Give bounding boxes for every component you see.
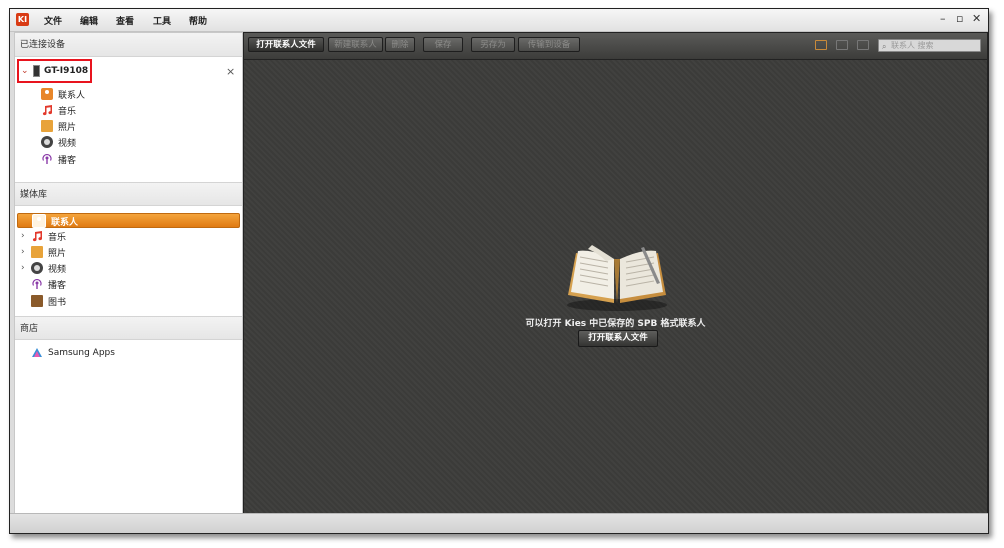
device-item-label: 播客 <box>58 155 77 166</box>
chevron-right-icon[interactable]: › <box>21 231 31 241</box>
library-item-label: 视频 <box>48 264 67 275</box>
library-item-contacts[interactable]: 联系人 <box>32 214 78 228</box>
library-item-photos[interactable]: › 照片 <box>21 245 66 259</box>
device-item-label: 照片 <box>58 122 77 133</box>
detail-view-icon[interactable] <box>857 40 869 50</box>
podcast-icon <box>31 278 43 290</box>
contacts-icon <box>41 88 53 100</box>
device-item-label: 联系人 <box>58 90 86 101</box>
device-item-label: 音乐 <box>58 106 77 117</box>
close-window-button[interactable]: ✕ <box>972 12 981 25</box>
book-icon <box>31 295 43 307</box>
library-item-label: 图书 <box>48 297 67 308</box>
kies-window: KI 文件 编辑 查看 工具 帮助 – ▫ ✕ 已连接设备 ⌄ GT-I9108… <box>9 8 989 534</box>
chevron-right-icon[interactable]: › <box>21 247 31 257</box>
podcast-icon <box>41 153 53 165</box>
device-name: GT-I9108 <box>44 66 89 76</box>
store-header: 商店 <box>15 316 242 340</box>
connected-devices-header: 已连接设备 <box>15 33 242 57</box>
library-item-label: 音乐 <box>48 232 67 243</box>
menu-bar: KI 文件 编辑 查看 工具 帮助 – ▫ ✕ <box>10 9 988 32</box>
disconnect-device-button[interactable]: × <box>226 65 235 78</box>
open-book-icon <box>562 243 672 313</box>
music-icon <box>41 104 53 116</box>
search-icon: ⌕ <box>882 42 887 51</box>
new-contact-button[interactable]: 新建联系人 <box>328 37 383 52</box>
media-library-header: 媒体库 <box>15 182 242 206</box>
restore-button[interactable]: ▫ <box>956 12 963 25</box>
photo-icon <box>31 246 43 258</box>
device-item-label: 视频 <box>58 138 77 149</box>
kies-logo-icon: KI <box>16 13 29 26</box>
chevron-down-icon[interactable]: ⌄ <box>21 66 31 76</box>
sidebar: 已连接设备 ⌄ GT-I9108 × 联系人 音乐 照片 视频 播客 媒体库 联… <box>14 32 243 514</box>
library-item-podcasts[interactable]: 播客 <box>31 277 66 291</box>
chevron-right-icon[interactable]: › <box>21 263 31 273</box>
device-item-videos[interactable]: 视频 <box>41 135 76 149</box>
delete-button[interactable]: 删除 <box>385 37 415 52</box>
menu-tools[interactable]: 工具 <box>153 14 171 27</box>
library-item-books[interactable]: 图书 <box>31 294 66 308</box>
menu-view[interactable]: 查看 <box>116 14 134 27</box>
menu-edit[interactable]: 编辑 <box>80 14 98 27</box>
video-icon <box>31 262 43 274</box>
transfer-to-device-button[interactable]: 传输到设备 <box>518 37 580 52</box>
samsung-apps-icon <box>31 347 43 359</box>
minimize-button[interactable]: – <box>940 12 946 25</box>
open-contacts-file-center-button[interactable]: 打开联系人文件 <box>578 330 658 347</box>
search-input[interactable]: ⌕ 联系人 搜索 <box>878 39 981 52</box>
menu-file[interactable]: 文件 <box>44 14 62 27</box>
library-item-label: 联系人 <box>51 217 79 228</box>
card-view-icon[interactable] <box>815 40 827 50</box>
toolbar: 打开联系人文件 新建联系人 删除 保存 另存为 传输到设备 ⌕ 联系人 搜索 <box>244 33 987 60</box>
video-icon <box>41 136 53 148</box>
status-bar <box>10 513 988 533</box>
empty-state-message: 可以打开 Kies 中已保存的 SPB 格式联系人 <box>525 319 706 329</box>
music-icon <box>31 230 43 242</box>
library-item-contacts-selected[interactable]: 联系人 <box>17 213 240 228</box>
save-button[interactable]: 保存 <box>423 37 463 52</box>
menu-help[interactable]: 帮助 <box>189 14 207 27</box>
contacts-icon <box>32 214 46 228</box>
device-item-contacts[interactable]: 联系人 <box>41 87 85 101</box>
save-as-button[interactable]: 另存为 <box>471 37 515 52</box>
library-item-label: 照片 <box>48 248 67 259</box>
library-item-music[interactable]: › 音乐 <box>21 229 66 243</box>
main-panel: 打开联系人文件 新建联系人 删除 保存 另存为 传输到设备 ⌕ 联系人 搜索 可… <box>243 32 988 514</box>
device-item-podcasts[interactable]: 播客 <box>41 152 76 166</box>
library-item-videos[interactable]: › 视频 <box>21 261 66 275</box>
device-row[interactable]: ⌄ GT-I9108 <box>21 64 88 78</box>
device-item-photos[interactable]: 照片 <box>41 119 76 133</box>
search-placeholder: 联系人 搜索 <box>891 41 934 50</box>
list-view-icon[interactable] <box>836 40 848 50</box>
open-contacts-file-button[interactable]: 打开联系人文件 <box>248 37 324 52</box>
library-item-label: 播客 <box>48 280 67 291</box>
photo-icon <box>41 120 53 132</box>
device-item-music[interactable]: 音乐 <box>41 103 76 117</box>
phone-icon <box>33 65 40 77</box>
store-item-samsung-apps[interactable]: Samsung Apps <box>31 346 115 360</box>
store-item-label: Samsung Apps <box>48 348 115 358</box>
